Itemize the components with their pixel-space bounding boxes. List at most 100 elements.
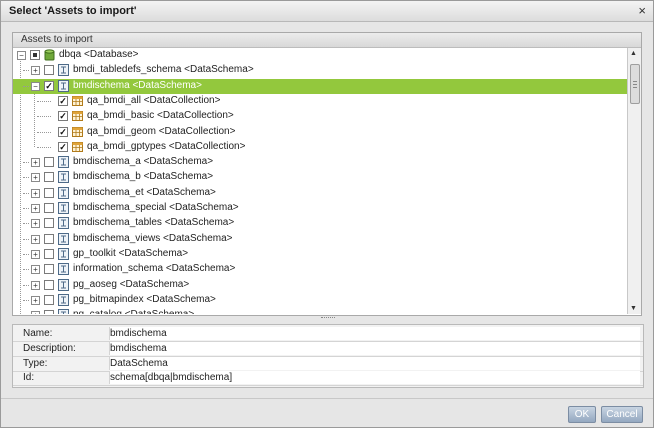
dialog-title: Select 'Assets to import' [9, 5, 137, 17]
tree-row[interactable]: − dbqa <Database> [13, 48, 627, 63]
scroll-up-icon[interactable]: ▲ [630, 50, 637, 57]
panel-splitter[interactable] [12, 315, 642, 321]
expand-icon[interactable]: + [31, 188, 40, 198]
tree-connector [37, 116, 51, 118]
tree-connector [37, 146, 51, 148]
tree-connector [23, 223, 29, 225]
detail-key: Type: [23, 358, 48, 369]
expand-icon[interactable]: + [31, 158, 40, 168]
tree-checkbox[interactable] [44, 172, 54, 183]
tree-checkbox[interactable] [44, 187, 54, 198]
detail-value: DataSchema [110, 358, 168, 369]
tree-row[interactable]: + bmdischema_special <DataSchema> [13, 201, 627, 216]
tree-checkbox[interactable] [44, 203, 54, 213]
expand-icon[interactable]: + [31, 173, 40, 183]
table-icon [72, 126, 83, 138]
scroll-down-icon[interactable]: ▼ [630, 305, 637, 312]
tree-connector [23, 85, 29, 87]
close-icon[interactable]: × [638, 3, 646, 19]
tree-connector [23, 238, 29, 240]
tree-row[interactable]: + information_schema <DataSchema> [13, 262, 627, 277]
panel-header-label: Assets to import [21, 34, 93, 45]
tree-node-label: bmdischema_tables <DataSchema> [73, 217, 235, 229]
tree-connector [23, 284, 29, 286]
tree-connector [23, 192, 29, 194]
tree-checkbox[interactable] [44, 65, 54, 76]
tree-node-label: gp_toolkit <DataSchema> [73, 247, 189, 259]
tree-checkbox[interactable] [44, 279, 54, 290]
collapse-icon[interactable]: − [31, 81, 40, 91]
expand-icon[interactable]: + [31, 295, 40, 305]
tree-row[interactable]: + bmdischema_b <DataSchema> [13, 170, 627, 185]
tree-checkbox[interactable] [44, 218, 54, 229]
expand-icon[interactable]: + [31, 311, 40, 314]
schema-icon [58, 293, 69, 306]
tree-row[interactable]: + bmdischema_tables <DataSchema> [13, 216, 627, 231]
expand-icon[interactable]: + [31, 249, 40, 259]
detail-key: Id: [23, 372, 35, 383]
tree-node-label: pg_bitmapindex <DataSchema> [73, 293, 216, 305]
tree-checkbox[interactable] [44, 233, 54, 244]
tree-checkbox[interactable]: ✓ [58, 111, 68, 122]
expand-icon[interactable]: + [31, 66, 40, 76]
schema-icon [58, 186, 69, 199]
tree-node-label: bmdischema_b <DataSchema> [73, 171, 214, 183]
tree-scrollbar[interactable]: ▲ ▼ [627, 48, 641, 314]
tree-row[interactable]: + pg_catalog <DataSchema> [13, 308, 627, 314]
tree-checkbox[interactable]: ✓ [58, 126, 68, 137]
tree-row[interactable]: + bmdi_tabledefs_schema <DataSchema> [13, 63, 627, 78]
tree-checkbox[interactable] [44, 310, 54, 314]
tree-checkbox[interactable]: ✓ [58, 141, 68, 152]
dialog-titlebar[interactable]: Select 'Assets to import' × [1, 1, 653, 22]
tree-node-label: bmdischema_views <DataSchema> [73, 232, 233, 244]
schema-icon [58, 202, 69, 214]
tree-row[interactable]: + bmdischema_a <DataSchema> [13, 155, 627, 170]
ok-button[interactable]: OK [568, 406, 596, 423]
table-icon [72, 95, 83, 107]
tree-row[interactable]: + gp_toolkit <DataSchema> [13, 247, 627, 262]
expand-icon[interactable]: + [31, 204, 40, 213]
tree-checkbox[interactable]: ✓ [58, 95, 68, 106]
detail-value-box: schema[dbqa|bmdischema] [109, 371, 640, 384]
select-assets-dialog: Select 'Assets to import' × Assets to im… [0, 0, 654, 428]
expand-icon[interactable]: + [31, 265, 40, 275]
table-icon [72, 110, 83, 122]
expand-icon[interactable]: + [31, 234, 40, 244]
tree-connector [37, 100, 51, 102]
schema-icon [58, 79, 69, 92]
tree-checkbox[interactable] [30, 50, 40, 60]
tree-node-label: information_schema <DataSchema> [73, 263, 236, 275]
tree-row[interactable]: + pg_bitmapindex <DataSchema> [13, 293, 627, 308]
scrollbar-thumb[interactable] [630, 64, 640, 104]
expand-icon[interactable]: + [31, 280, 40, 290]
detail-value: schema[dbqa|bmdischema] [110, 372, 233, 383]
tree-node-label: bmdischema <DataSchema> [73, 79, 202, 91]
detail-value-box: bmdischema [109, 342, 640, 355]
collapse-icon[interactable]: − [17, 51, 26, 60]
tree-checkbox[interactable] [44, 294, 54, 305]
details-panel: Name: bmdischema Description: bmdischema… [12, 324, 644, 388]
tree-checkbox[interactable] [44, 248, 54, 259]
detail-value: bmdischema [110, 343, 167, 354]
tree-checkbox[interactable]: ✓ [44, 80, 54, 91]
tree-row[interactable]: ✓ qa_bmdi_basic <DataCollection> [13, 109, 627, 124]
tree-row[interactable]: − ✓ bmdischema <DataSchema> [13, 78, 627, 94]
tree-node-label: qa_bmdi_geom <DataCollection> [87, 125, 236, 137]
tree-checkbox[interactable] [44, 264, 54, 275]
detail-row-description: Description: bmdischema [13, 342, 643, 357]
detail-row-id: Id: schema[dbqa|bmdischema] [13, 371, 643, 386]
schema-icon [58, 171, 69, 184]
tree-connector [37, 131, 51, 133]
tree-row[interactable]: + bmdischema_et <DataSchema> [13, 186, 627, 201]
tree-checkbox[interactable] [44, 157, 54, 168]
tree-node-label: qa_bmdi_all <DataCollection> [87, 94, 221, 106]
tree-row[interactable]: + pg_aoseg <DataSchema> [13, 278, 627, 293]
expand-icon[interactable]: + [31, 219, 40, 229]
cancel-button[interactable]: Cancel [601, 406, 643, 423]
tree-node-label: qa_bmdi_gptypes <DataCollection> [87, 140, 246, 152]
schema-icon [58, 217, 69, 230]
tree-row[interactable]: ✓ qa_bmdi_geom <DataCollection> [13, 125, 627, 140]
tree-row[interactable]: + bmdischema_views <DataSchema> [13, 232, 627, 247]
tree-row[interactable]: ✓ qa_bmdi_gptypes <DataCollection> [13, 140, 627, 155]
tree-row[interactable]: ✓ qa_bmdi_all <DataCollection> [13, 94, 627, 109]
